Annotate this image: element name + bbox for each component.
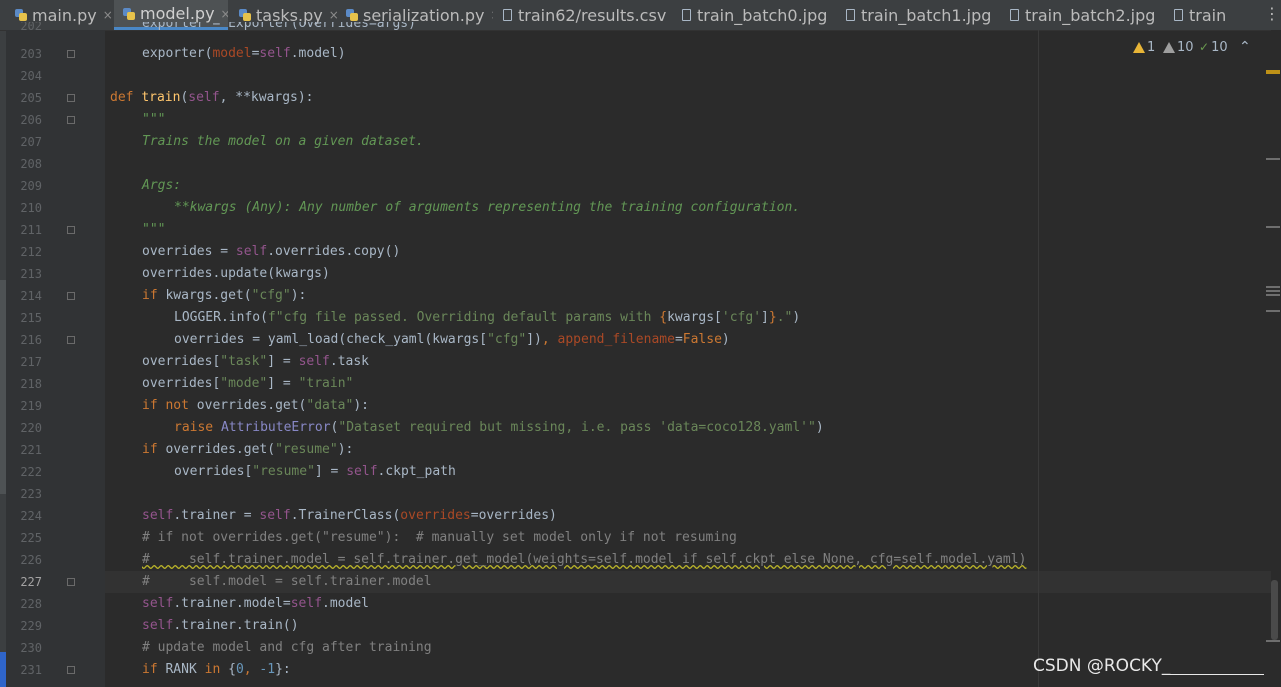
weak-warnings-count: 10 xyxy=(1177,39,1194,55)
fold-marker-icon[interactable] xyxy=(67,336,75,344)
warnings-indicator[interactable]: 1 xyxy=(1133,38,1155,56)
line-number: 226 xyxy=(20,553,42,567)
warnings-count: 1 xyxy=(1147,39,1156,55)
code-line-209: Args: xyxy=(142,178,182,193)
code-line-222: overrides["resume"] = self.ckpt_path xyxy=(174,464,456,479)
code-line-225: # if not overrides.get("resume"): # manu… xyxy=(142,530,737,545)
line-number: 222 xyxy=(20,465,42,479)
code-line-206: """ xyxy=(142,112,166,127)
code-line-230: # update model and cfg after training xyxy=(142,640,432,655)
line-number: 218 xyxy=(20,377,42,391)
line-number: 217 xyxy=(20,355,42,369)
line-number: 202 xyxy=(20,22,42,30)
line-number: 221 xyxy=(20,443,42,457)
code-line-211: """ xyxy=(142,222,166,237)
code-line-202: exporter = Exporter(overrides=args) xyxy=(142,22,416,30)
code-line-227: # self.model = self.trainer.model xyxy=(142,574,432,589)
line-number: 214 xyxy=(20,289,42,303)
weak-warning-marker[interactable] xyxy=(1266,158,1280,160)
code-line-229: self.trainer.train() xyxy=(142,618,299,633)
line-number: 220 xyxy=(20,421,42,435)
code-line-231: if RANK in {0, -1}: xyxy=(142,662,291,677)
code-line-219: if not overrides.get("data"): xyxy=(142,398,369,413)
code-line-218: overrides["mode"] = "train" xyxy=(142,376,354,391)
code-line-210: **kwargs (Any): Any number of arguments … xyxy=(174,200,801,215)
code-line-212: overrides = self.overrides.copy() xyxy=(142,244,401,259)
line-number: 203 xyxy=(20,47,42,61)
typo-check-icon: ✓ xyxy=(1199,40,1210,54)
line-number: 230 xyxy=(20,641,42,655)
fold-marker-icon[interactable] xyxy=(67,292,75,300)
line-number: 207 xyxy=(20,135,42,149)
line-number: 209 xyxy=(20,179,42,193)
fold-marker-icon[interactable] xyxy=(67,578,75,586)
code-line-216: overrides = yaml_load(check_yaml(kwargs[… xyxy=(174,332,730,347)
code-line-214: if kwargs.get("cfg"): xyxy=(142,288,307,303)
line-number: 229 xyxy=(20,619,42,633)
code-line-203: exporter(model=self.model) xyxy=(142,46,346,61)
line-number-current: 227 xyxy=(20,575,42,589)
fold-marker-icon[interactable] xyxy=(67,666,75,674)
warning-icon xyxy=(1133,41,1145,53)
fold-marker-icon[interactable] xyxy=(67,94,75,102)
line-number: 219 xyxy=(20,399,42,413)
line-number: 231 xyxy=(20,663,42,677)
weak-warning-icon xyxy=(1163,41,1175,53)
line-number: 215 xyxy=(20,311,42,325)
line-number: 211 xyxy=(20,223,42,237)
line-number: 223 xyxy=(20,487,42,501)
typos-count: 10 xyxy=(1211,39,1228,55)
weak-warning-marker[interactable] xyxy=(1266,310,1280,312)
code-line-226: # self.trainer.model = self.trainer.get_… xyxy=(142,552,1027,567)
line-number: 216 xyxy=(20,333,42,347)
weak-warning-marker[interactable] xyxy=(1266,290,1280,292)
line-number: 210 xyxy=(20,201,42,215)
weak-warning-marker[interactable] xyxy=(1266,294,1280,296)
code-line-215: LOGGER.info(f"cfg file passed. Overridin… xyxy=(174,310,801,325)
weak-warnings-indicator[interactable]: 10 xyxy=(1163,38,1194,56)
code-editor[interactable]: 202 203 204 205 206 207 208 209 210 211 … xyxy=(0,0,1281,687)
watermark-text: CSDN @ROCKY_ xyxy=(1033,656,1171,676)
code-line-205: def train(self, **kwargs): xyxy=(110,90,314,105)
line-number: 205 xyxy=(20,91,42,105)
line-number: 213 xyxy=(20,267,42,281)
vertical-scrollbar-thumb[interactable] xyxy=(1271,580,1278,640)
code-text: exporter = Exporter(overrides=args) xyxy=(142,22,416,30)
chevron-up-icon[interactable]: ⌃ xyxy=(1239,39,1251,55)
fold-marker-icon[interactable] xyxy=(67,50,75,58)
code-line-220: raise AttributeError("Dataset required b… xyxy=(174,420,824,435)
fold-marker-icon[interactable] xyxy=(67,116,75,124)
line-number: 204 xyxy=(20,69,42,83)
fold-marker-icon[interactable] xyxy=(67,226,75,234)
line-number: 228 xyxy=(20,597,42,611)
warning-marker[interactable] xyxy=(1266,72,1280,74)
line-number: 212 xyxy=(20,245,42,259)
weak-warning-marker[interactable] xyxy=(1266,286,1280,288)
code-line-213: overrides.update(kwargs) xyxy=(142,266,330,281)
code-line-217: overrides["task"] = self.task xyxy=(142,354,370,369)
code-line-221: if overrides.get("resume"): xyxy=(142,442,354,457)
weak-warning-marker[interactable] xyxy=(1266,226,1280,228)
line-number: 208 xyxy=(20,157,42,171)
line-number: 224 xyxy=(20,509,42,523)
line-number: 206 xyxy=(20,113,42,127)
typos-indicator[interactable]: ✓ 10 xyxy=(1199,38,1228,56)
code-line-207: Trains the model on a given dataset. xyxy=(142,134,424,149)
code-line-224: self.trainer = self.TrainerClass(overrid… xyxy=(142,508,557,523)
watermark-underline xyxy=(1165,674,1264,675)
line-number: 225 xyxy=(20,531,42,545)
weak-warning-marker[interactable] xyxy=(1266,640,1280,642)
code-line-228: self.trainer.model=self.model xyxy=(142,596,369,611)
